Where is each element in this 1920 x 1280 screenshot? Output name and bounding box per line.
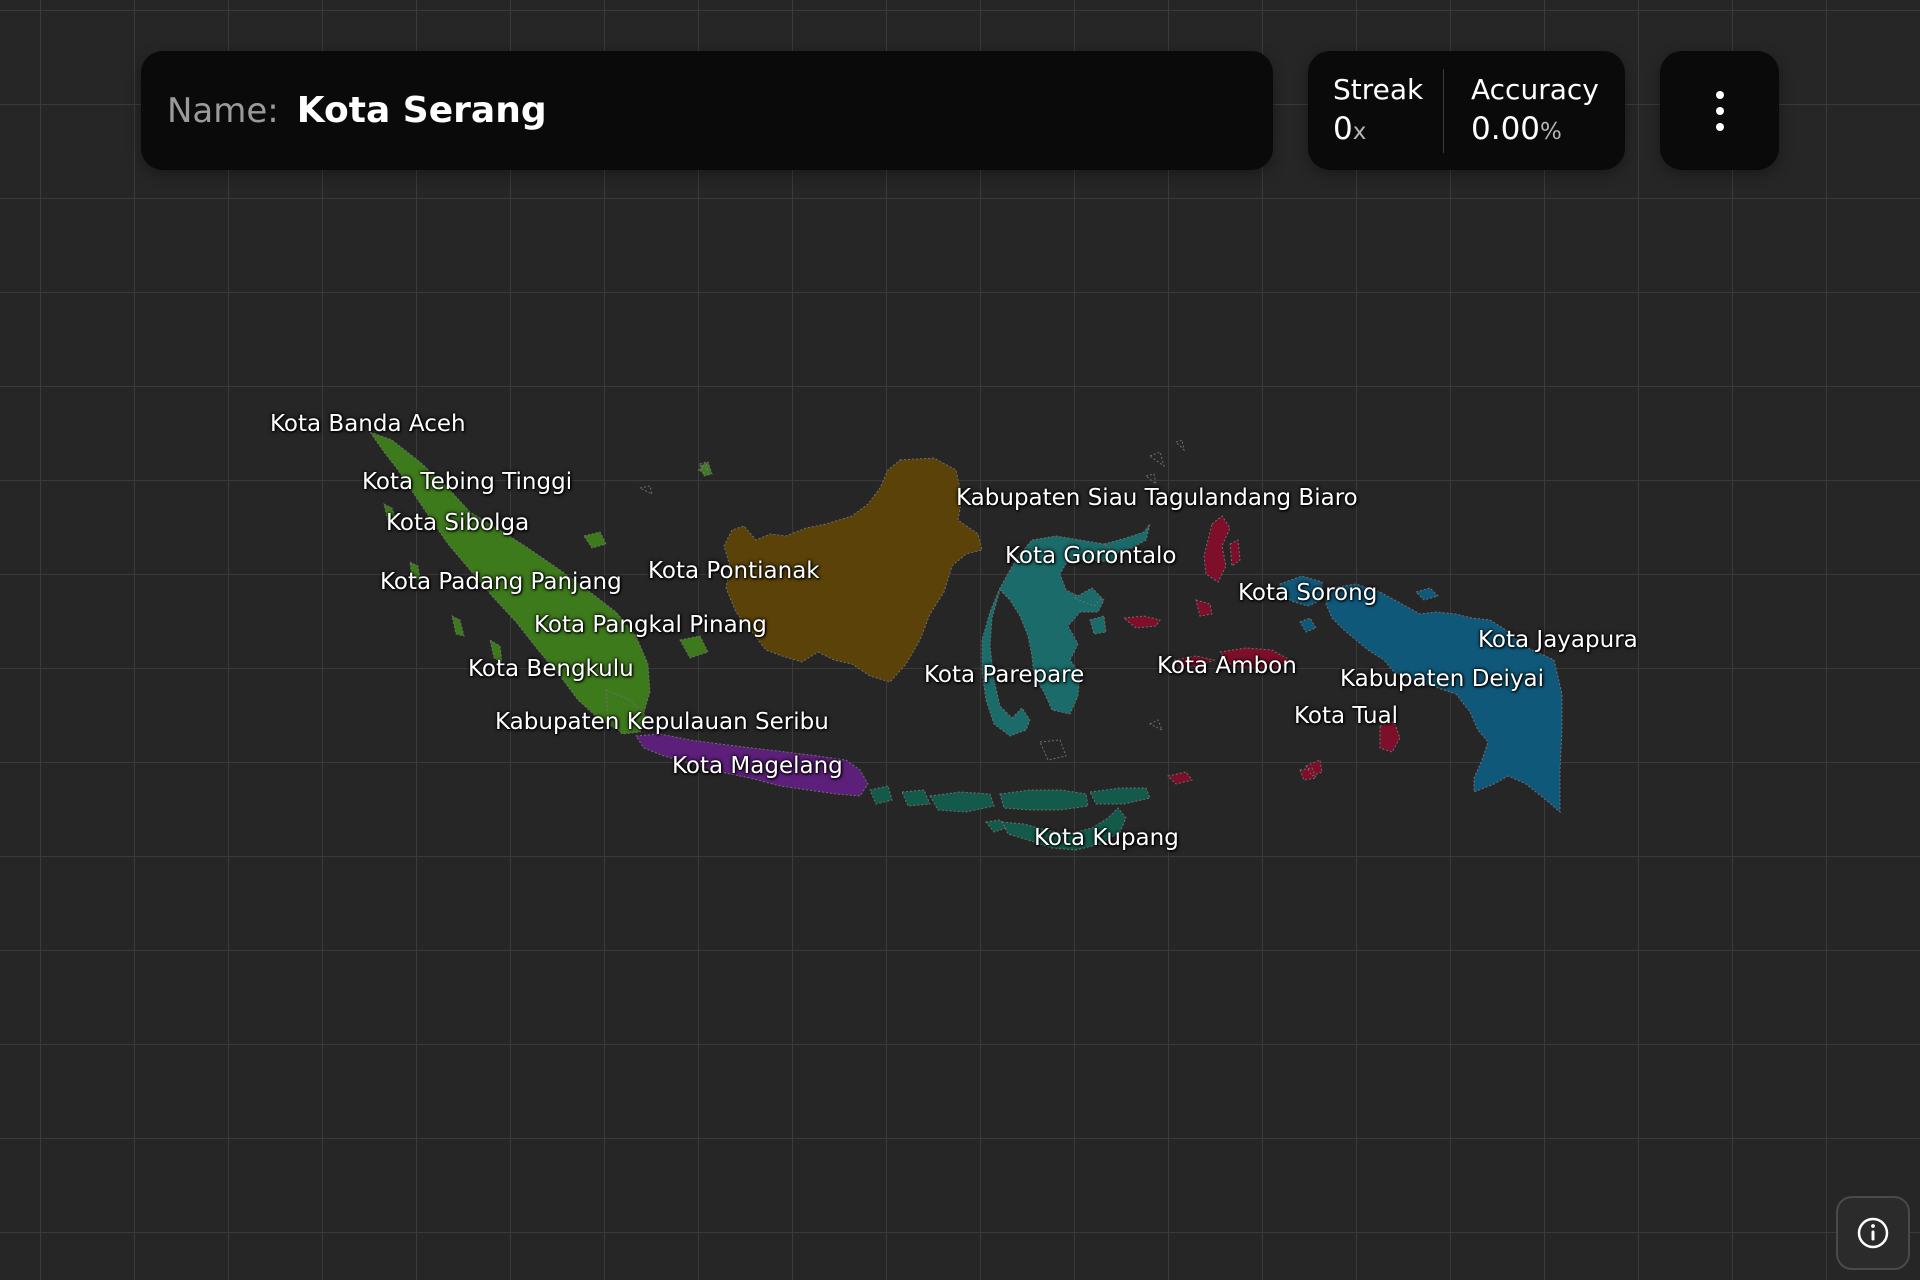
map-label-kupang: Kota Kupang — [1034, 825, 1179, 851]
map-label-bengkulu: Kota Bengkulu — [468, 656, 634, 682]
info-button[interactable] — [1836, 1196, 1910, 1270]
map-label-sorong: Kota Sorong — [1238, 580, 1378, 606]
accuracy-label: Accuracy — [1471, 73, 1599, 107]
region-maluku-south[interactable] — [1167, 721, 1401, 785]
map-label-banda-aceh: Kota Banda Aceh — [270, 411, 466, 437]
map-label-parepare: Kota Parepare — [924, 662, 1085, 688]
region-papua[interactable] — [1325, 583, 1563, 814]
map-label-tual: Kota Tual — [1294, 703, 1399, 729]
region-maluku-north[interactable] — [1195, 515, 1241, 617]
map-label-tebing-tinggi: Kota Tebing Tinggi — [362, 469, 573, 495]
accuracy-suffix: % — [1540, 118, 1562, 145]
menu-button[interactable] — [1660, 51, 1779, 170]
info-icon — [1857, 1217, 1889, 1249]
map-label-pontianak: Kota Pontianak — [648, 558, 820, 584]
map-label-pangkal-pinang: Kota Pangkal Pinang — [534, 612, 767, 638]
map-label-deiyai: Kabupaten Deiyai — [1340, 666, 1545, 692]
streak-label: Streak — [1333, 73, 1424, 107]
target-name-panel: Name: Kota Serang — [141, 51, 1273, 170]
vertical-dots-icon — [1715, 90, 1724, 131]
stats-panel: Streak 0x Accuracy 0.00% — [1308, 51, 1625, 170]
map-label-sibolga: Kota Sibolga — [386, 510, 530, 536]
map-label-jayapura: Kota Jayapura — [1478, 627, 1638, 653]
map-label-padang-panjang: Kota Padang Panjang — [380, 569, 622, 595]
map-label-ambon: Kota Ambon — [1157, 653, 1297, 679]
accuracy-stat: Accuracy 0.00% — [1444, 51, 1599, 170]
map-label-magelang: Kota Magelang — [672, 753, 843, 779]
streak-stat: Streak 0x — [1308, 68, 1444, 153]
accuracy-value: 0.00 — [1471, 110, 1541, 147]
streak-suffix: x — [1352, 118, 1367, 145]
region-nusa-tenggara[interactable] — [869, 785, 1151, 813]
map-label-gorontalo: Kota Gorontalo — [1005, 543, 1177, 569]
map-label-kepulauan-seribu: Kabupaten Kepulauan Seribu — [495, 709, 829, 735]
name-label: Name: — [167, 90, 279, 131]
map-label-siau-tagulandang-biaro: Kabupaten Siau Tagulandang Biaro — [956, 485, 1358, 511]
streak-value-row: 0x — [1333, 109, 1443, 149]
streak-value: 0 — [1333, 110, 1353, 147]
accuracy-value-row: 0.00% — [1471, 109, 1599, 149]
target-name: Kota Serang — [296, 90, 547, 131]
